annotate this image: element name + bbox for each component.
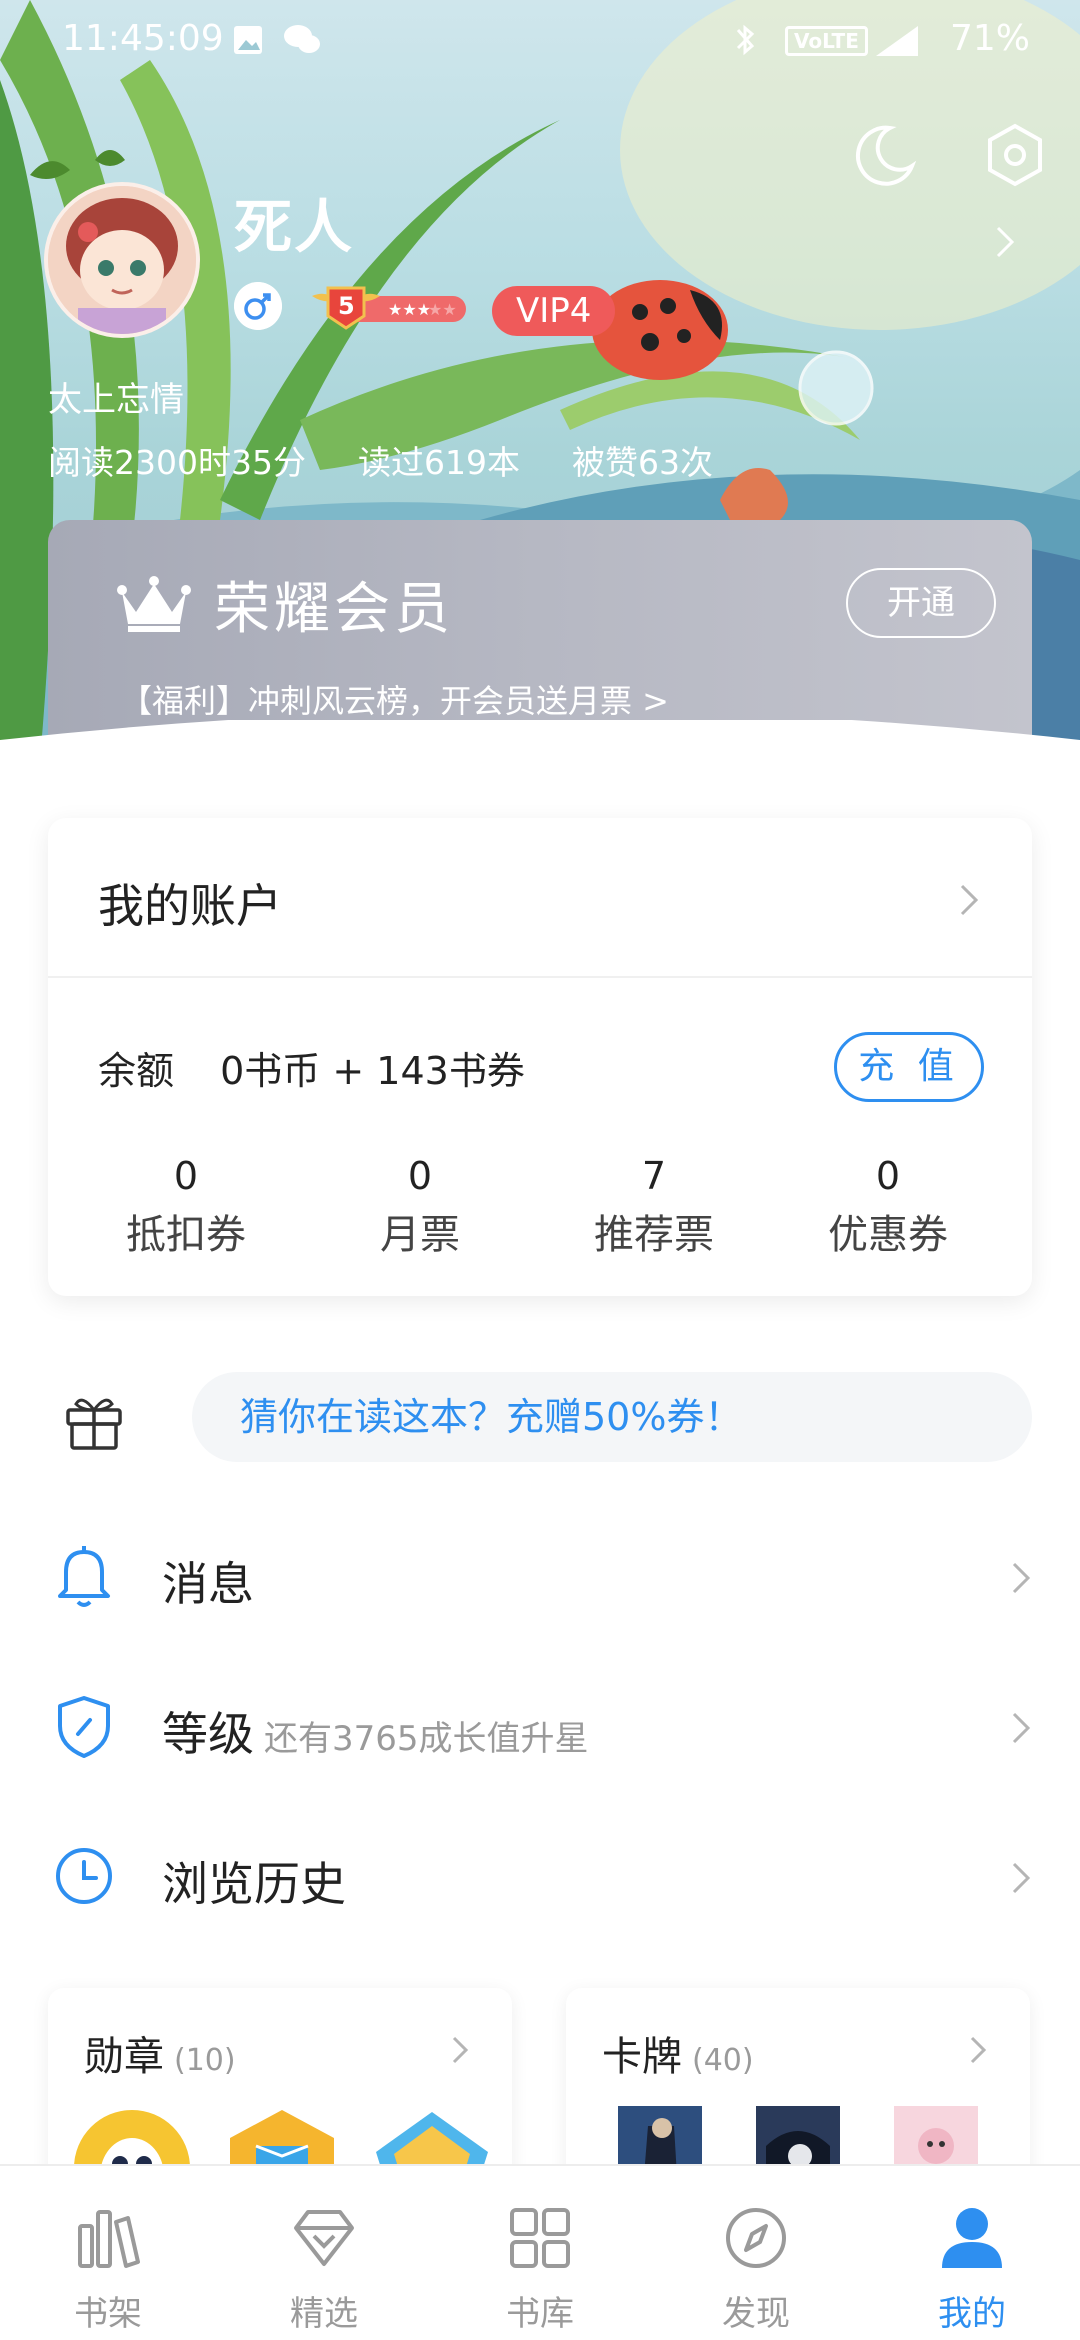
- vip-activate-button[interactable]: 开通: [846, 568, 996, 638]
- chevron-right-icon: [1012, 1712, 1031, 1744]
- header-wave-divider: [0, 720, 1080, 800]
- avatar[interactable]: [44, 182, 200, 338]
- cards-title: 卡牌 (40): [602, 2024, 754, 2082]
- nav-label: 书库: [506, 2294, 574, 2334]
- chevron-right-icon: [970, 2036, 987, 2064]
- shield-icon: [58, 1696, 110, 1758]
- night-mode-icon[interactable]: [850, 120, 920, 190]
- nav-label: 我的: [938, 2294, 1006, 2334]
- nav-bookshelf[interactable]: 书架: [0, 2166, 216, 2340]
- nav-featured[interactable]: 精选: [216, 2166, 432, 2340]
- balance-label: 余额: [98, 1049, 175, 1093]
- account-card: 我的账户 余额 0书币 + 143书券 充 值 0 抵扣券 0 月票 7 推荐票…: [48, 818, 1032, 1296]
- signal-icon: [876, 26, 918, 56]
- stat-label: 月票: [380, 1212, 460, 1258]
- gift-icon: [66, 1398, 122, 1450]
- clock-icon: [56, 1848, 112, 1904]
- battery-level: 71%: [949, 18, 1030, 59]
- level-number: 5: [338, 292, 355, 320]
- stat-label: 优惠券: [828, 1212, 948, 1258]
- level-progress-text: 还有3765成长值升星: [264, 1719, 589, 1759]
- bottom-navigation: 书架 精选 书库 发现 我的: [0, 2164, 1080, 2340]
- stat-value: 0: [875, 1154, 901, 1198]
- nav-label: 发现: [722, 2294, 790, 2334]
- stat-value: 0: [407, 1154, 433, 1198]
- stat-value: 0: [173, 1154, 199, 1198]
- account-title[interactable]: 我的账户: [98, 870, 282, 936]
- menu-label: 消息: [162, 1557, 254, 1611]
- menu-item-history[interactable]: 浏览历史: [0, 1806, 1080, 1946]
- grid-icon: [510, 2208, 570, 2268]
- bookshelf-icon: [78, 2210, 140, 2268]
- male-gender-icon: [234, 282, 282, 330]
- nav-mine[interactable]: 我的: [864, 2166, 1080, 2340]
- medals-count: (10): [174, 2043, 236, 2078]
- balance-row: 余额 0书币 + 143书券: [98, 1040, 525, 1095]
- svg-text:★★: ★★: [428, 300, 457, 319]
- likes-count: 被赞63次: [571, 443, 713, 482]
- volte-badge: VoLTE: [785, 26, 868, 56]
- settings-icon[interactable]: [980, 120, 1050, 190]
- nav-label: 书架: [74, 2294, 142, 2334]
- status-time: 11:45:09: [62, 18, 224, 59]
- menu-item-messages[interactable]: 消息: [0, 1506, 1080, 1646]
- vip-card-title: 荣耀会员: [214, 577, 454, 642]
- balance-value: 0书币 + 143书券: [220, 1049, 525, 1093]
- stat-recommend-ticket[interactable]: 7 推荐票: [537, 1154, 771, 1260]
- divider: [48, 976, 1032, 978]
- profile-page: 11:45:09 VoLTE 71% 死人 ★★★ ★★ 5 VIP4 太上忘情…: [0, 0, 1080, 2340]
- medals-label: 勋章: [84, 2034, 164, 2080]
- bluetooth-icon: [736, 24, 755, 56]
- gallery-icon: [234, 26, 262, 54]
- vip-card-subtitle[interactable]: 【福利】冲刺风云榜，开会员送月票 >: [120, 676, 669, 722]
- stat-discount-coupon[interactable]: 0 优惠券: [771, 1154, 1005, 1260]
- level-wings-icon: ★★★ ★★: [312, 286, 466, 330]
- recharge-button[interactable]: 充 值: [834, 1032, 984, 1102]
- nav-discover[interactable]: 发现: [648, 2166, 864, 2340]
- reading-time: 阅读2300时35分: [48, 443, 306, 482]
- level-badge: ★★★ ★★ 5: [306, 282, 476, 334]
- level-label: 等级: [162, 1707, 254, 1761]
- diamond-icon: [294, 2210, 354, 2266]
- crown-icon: [117, 576, 191, 632]
- stat-label: 推荐票: [594, 1212, 714, 1258]
- chevron-right-icon[interactable]: [958, 880, 982, 920]
- menu-label: 浏览历史: [162, 1857, 346, 1911]
- profile-header: 11:45:09 VoLTE 71% 死人 ★★★ ★★ 5 VIP4 太上忘情…: [0, 0, 1080, 760]
- profile-chevron-icon[interactable]: [990, 222, 1020, 262]
- username: 死人: [234, 193, 355, 261]
- vip-badge[interactable]: VIP4: [492, 286, 616, 336]
- person-icon: [942, 2208, 1002, 2268]
- reading-stats: 阅读2300时35分 读过619本 被赞63次: [48, 436, 713, 484]
- cards-label: 卡牌: [602, 2034, 682, 2080]
- avatar-image: [48, 186, 196, 334]
- nav-library[interactable]: 书库: [432, 2166, 648, 2340]
- stat-value: 7: [641, 1154, 667, 1198]
- menu-item-level[interactable]: 等级 还有3765成长值升星: [0, 1656, 1080, 1796]
- books-read: 读过619本: [357, 443, 520, 482]
- account-stats: 0 抵扣券 0 月票 7 推荐票 0 优惠券: [48, 1154, 1032, 1260]
- stat-monthly-ticket[interactable]: 0 月票: [303, 1154, 537, 1260]
- compass-icon: [726, 2208, 786, 2268]
- chevron-right-icon: [1012, 1862, 1031, 1894]
- stat-label: 抵扣券: [126, 1212, 246, 1258]
- signature: 太上忘情: [48, 380, 184, 420]
- cards-count: (40): [692, 2043, 754, 2078]
- medals-title: 勋章 (10): [84, 2024, 236, 2082]
- promo-banner[interactable]: 猜你在读这本？充赠50%券！: [192, 1372, 1032, 1462]
- svg-text:★★★: ★★★: [388, 300, 431, 319]
- status-bar: 11:45:09 VoLTE 71%: [0, 0, 1080, 80]
- menu-label: 等级 还有3765成长值升星: [162, 1698, 589, 1764]
- nav-label: 精选: [290, 2294, 358, 2334]
- chevron-right-icon: [452, 2036, 469, 2064]
- stat-deduction-coupon[interactable]: 0 抵扣券: [69, 1154, 303, 1260]
- wechat-icon: [284, 25, 320, 53]
- bell-icon: [58, 1546, 110, 1607]
- chevron-right-icon: [1012, 1562, 1031, 1594]
